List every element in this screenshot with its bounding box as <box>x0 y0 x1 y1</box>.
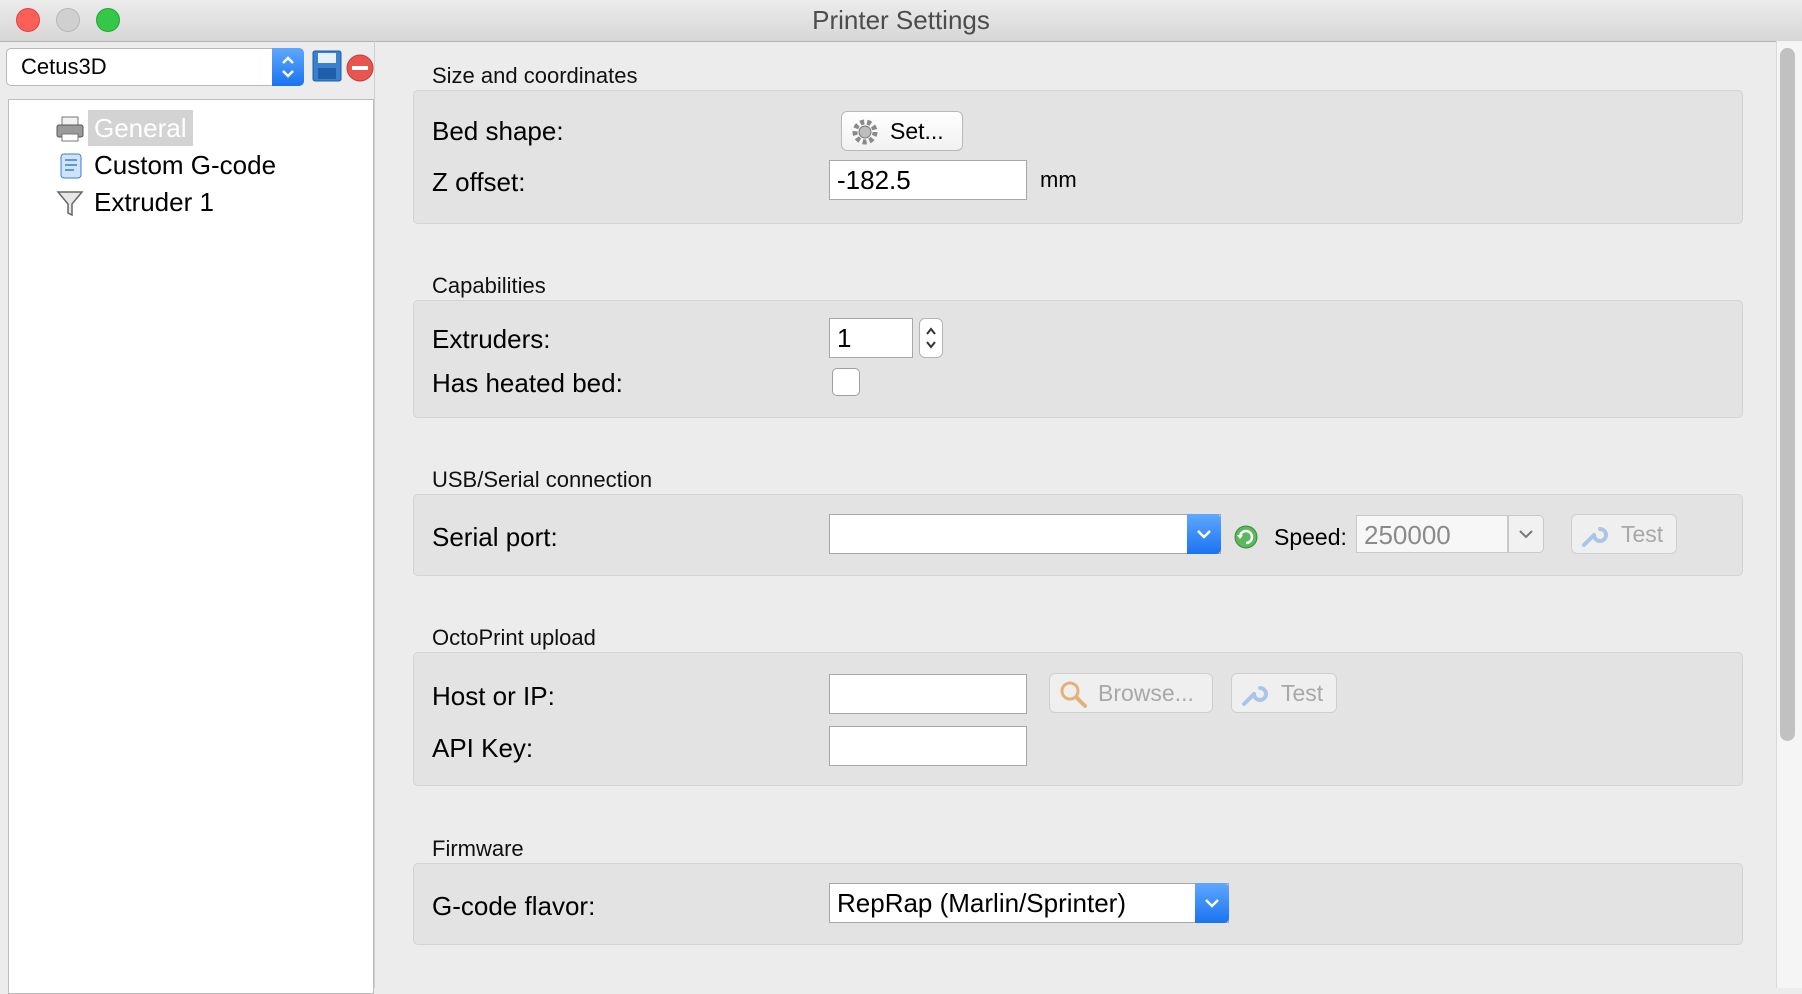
speed-label: Speed: <box>1274 524 1347 550</box>
extruders-stepper[interactable] <box>919 318 943 358</box>
tree-item-general[interactable]: General <box>45 110 375 146</box>
heated-bed-label: Has heated bed: <box>432 368 623 398</box>
host-label: Host or IP: <box>432 681 555 711</box>
tree-item-label: Extruder 1 <box>94 187 214 217</box>
gcode-flavor-select[interactable]: RepRap (Marlin/Sprinter) <box>829 883 1229 923</box>
capabilities-group <box>413 300 1743 418</box>
size-group <box>413 90 1743 224</box>
pane-divider[interactable] <box>374 41 375 988</box>
tree-item-label: General <box>88 110 193 146</box>
preset-select-value: Cetus3D <box>21 54 107 79</box>
speed-combo[interactable]: 250000 <box>1356 515 1508 553</box>
heated-bed-checkbox[interactable] <box>832 368 860 396</box>
tree-item-extruder-1[interactable]: Extruder 1 <box>45 184 375 220</box>
serial-port-label: Serial port: <box>432 522 558 552</box>
api-key-input[interactable] <box>829 726 1027 766</box>
settings-tree: General Custom G-code Extruder 1 <box>8 99 374 994</box>
scrollbar-thumb[interactable] <box>1780 48 1795 741</box>
wrench-icon <box>1580 521 1608 555</box>
up-down-chevron-icon[interactable] <box>272 48 304 86</box>
extruders-label: Extruders: <box>432 324 551 354</box>
preset-select[interactable]: Cetus3D <box>6 48 304 86</box>
section-title-size: Size and coordinates <box>432 63 638 88</box>
magnifier-icon <box>1058 679 1088 715</box>
section-title-firmware: Firmware <box>432 836 524 861</box>
section-title-serial: USB/Serial connection <box>432 467 653 492</box>
z-offset-label: Z offset: <box>432 167 526 197</box>
tree-item-label: Custom G-code <box>94 150 277 180</box>
refresh-icon[interactable] <box>1232 523 1260 556</box>
set-bed-shape-button[interactable]: Set... <box>841 111 963 151</box>
speed-chevron-down-icon[interactable] <box>1508 515 1544 553</box>
gcode-flavor-label: G-code flavor: <box>432 891 596 921</box>
extruders-input[interactable]: 1 <box>829 318 913 358</box>
gear-icon <box>850 117 880 153</box>
funnel-icon <box>55 188 85 218</box>
bed-shape-label: Bed shape: <box>432 116 564 146</box>
serial-port-select[interactable] <box>829 514 1221 554</box>
printer-icon <box>55 114 85 144</box>
section-title-capabilities: Capabilities <box>432 273 546 298</box>
tree-item-custom-gcode[interactable]: Custom G-code <box>45 147 375 183</box>
chevron-down-icon[interactable] <box>1187 514 1221 554</box>
delete-preset-icon[interactable] <box>346 54 374 82</box>
save-preset-icon[interactable] <box>312 50 342 82</box>
octoprint-test-button[interactable]: Test <box>1231 673 1337 713</box>
serial-test-button[interactable]: Test <box>1571 514 1677 554</box>
window-title: Printer Settings <box>812 5 990 35</box>
script-icon <box>55 151 85 181</box>
wrench-icon <box>1240 680 1268 714</box>
api-key-label: API Key: <box>432 733 534 763</box>
host-input[interactable] <box>829 674 1027 714</box>
z-offset-input[interactable]: -182.5 <box>829 160 1027 200</box>
z-offset-unit: mm <box>1040 167 1077 192</box>
browse-button[interactable]: Browse... <box>1049 673 1213 713</box>
section-title-octoprint: OctoPrint upload <box>432 625 596 650</box>
chevron-down-icon[interactable] <box>1195 883 1229 923</box>
